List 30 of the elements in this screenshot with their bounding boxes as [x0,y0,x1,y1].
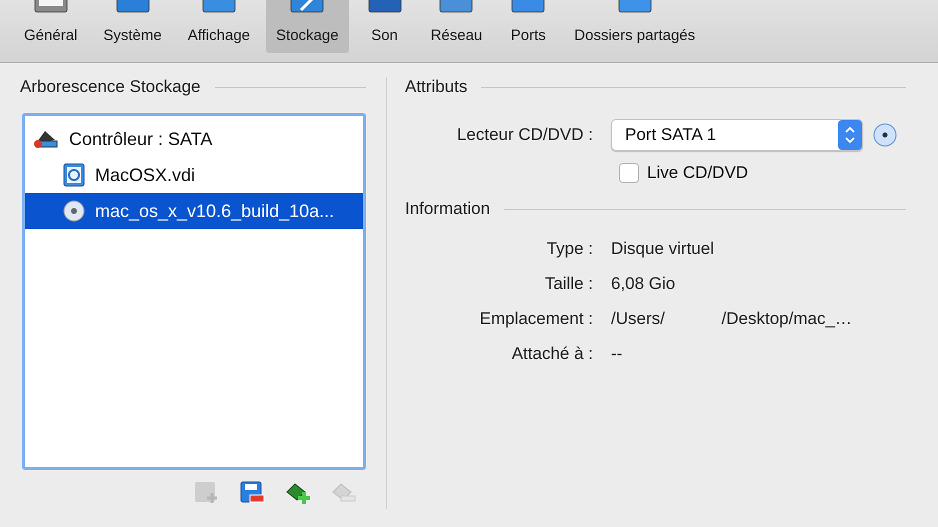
info-value: -- [611,344,622,364]
info-label: Emplacement : [478,308,594,328]
toolbar-tab[interactable]: Stockage [266,0,349,53]
toolbar-tab[interactable]: Système [93,0,172,53]
tree-item[interactable]: Contrôleur : SATA [25,121,363,157]
info-label: Type : [546,238,594,258]
drive-select[interactable]: Port SATA 1 [611,119,863,151]
info-value: 6,08 Gio [611,274,676,294]
info-value: Disque virtuel [611,238,714,258]
disc-icon [63,200,85,222]
disc-icon[interactable] [873,123,897,147]
toolbar-tab[interactable]: Dossiers partagés [564,0,706,53]
section-title: Arborescence Stockage [20,77,200,97]
checkbox[interactable] [619,163,639,183]
toolbar-tab[interactable]: Ports [498,0,558,53]
controller-icon [33,128,59,150]
tree-item[interactable]: mac_os_x_v10.6_build_10a... [25,193,363,229]
toolbar-tab[interactable]: Affichage [178,0,260,53]
field-label: Lecteur CD/DVD : [456,125,594,145]
info-label: Taille : [544,274,594,294]
tree-item[interactable]: MacOSX.vdi [25,157,363,193]
toolbar-tab[interactable]: Général [14,0,88,53]
stepper-icon [838,120,862,150]
info-label: Attaché à : [510,344,594,364]
toolbar-tab[interactable]: Réseau [420,0,492,53]
section-title: Information [405,199,490,219]
toolbar-tab[interactable]: Son [354,0,415,53]
section-title: Attributs [405,77,468,97]
checkbox-label: Live CD/DVD [647,163,748,183]
info-value: /Users/ /Desktop/mac_… [611,308,852,328]
